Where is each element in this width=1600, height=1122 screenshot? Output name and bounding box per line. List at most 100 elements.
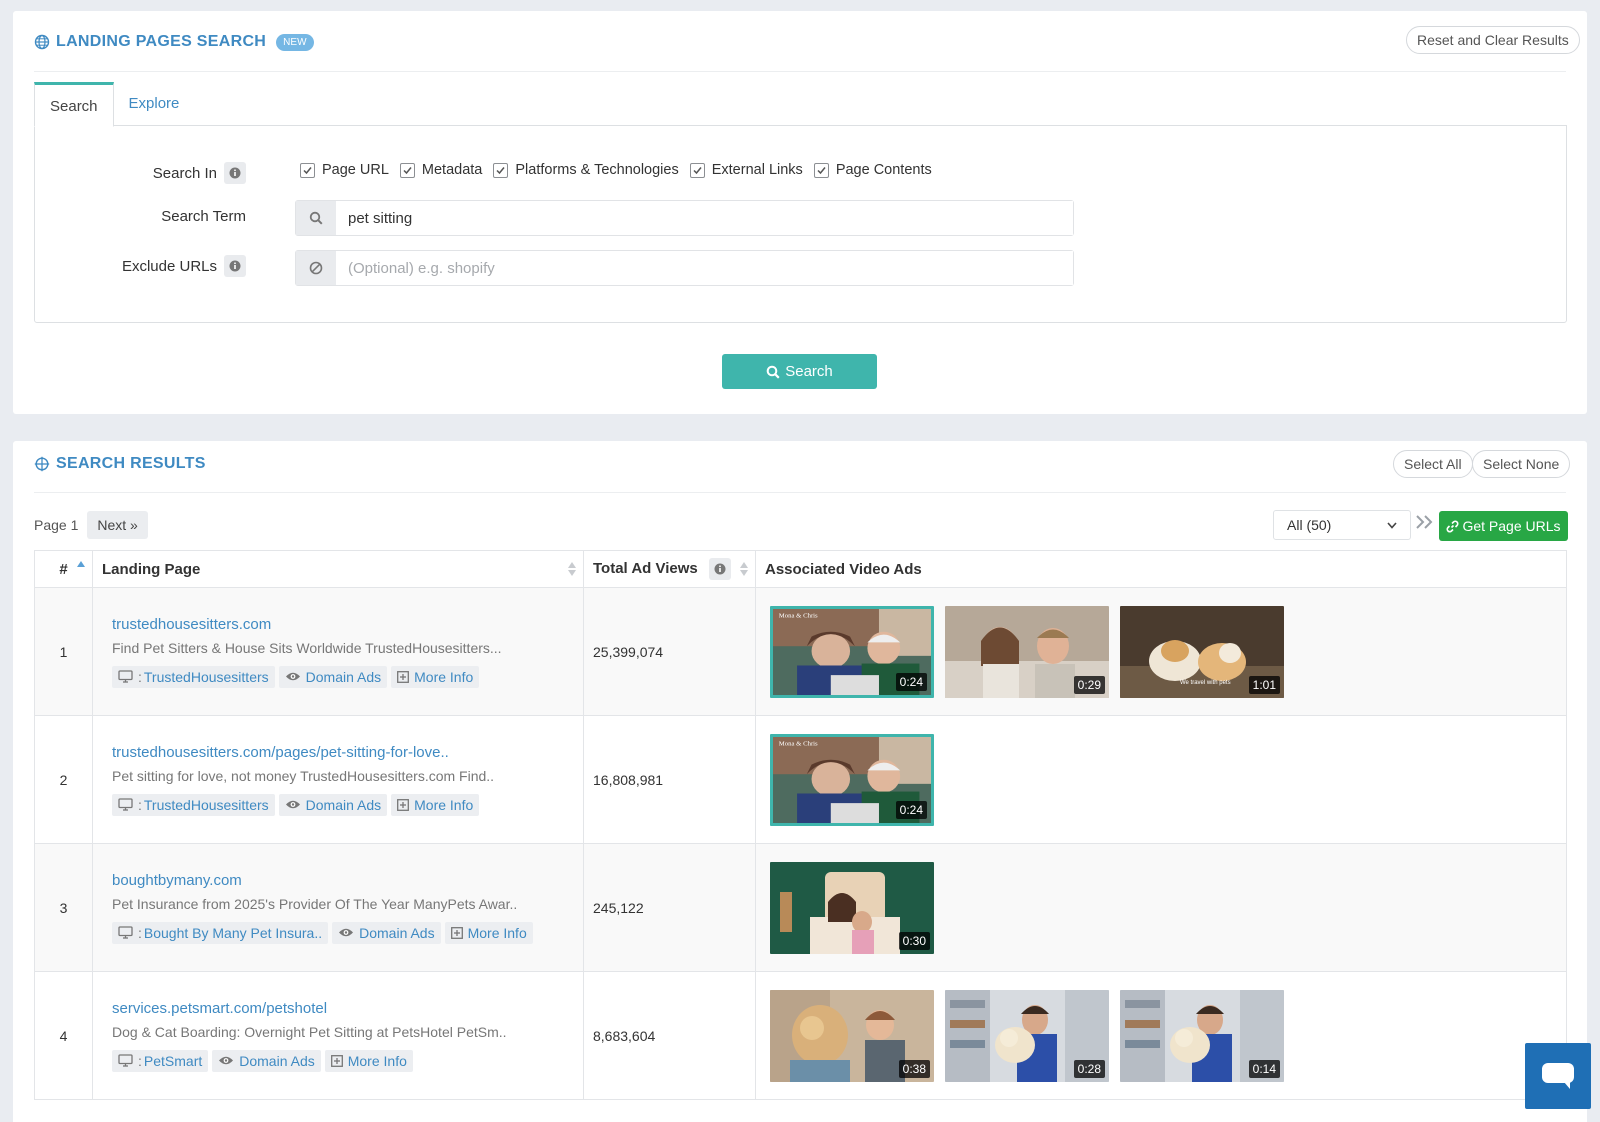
col-total-ad-views[interactable]: Total Ad Views (583, 550, 756, 588)
search-button[interactable]: Search (722, 354, 877, 389)
video-duration: 0:24 (895, 800, 927, 819)
next-page-button[interactable]: Next » (87, 511, 148, 539)
check-icon[interactable] (399, 162, 415, 178)
video-ad-thumbnail[interactable]: 0:38 (770, 989, 934, 1082)
video-ad-thumbnail[interactable]: 0:30 (770, 861, 934, 954)
results-filter-select[interactable]: All (50) (1273, 510, 1411, 540)
search-icon (766, 365, 780, 379)
page-indicator: Page 1 (34, 517, 79, 533)
video-ads-list: Mona & Chris 0:24 (770, 733, 1557, 826)
video-ad-thumbnail[interactable]: We travel with pets 1:01 (1120, 605, 1284, 698)
crosshair-icon (34, 456, 50, 472)
more-info-label: More Info (467, 924, 527, 941)
domain-ads-button[interactable]: Domain Ads (278, 665, 388, 688)
video-duration: 1:01 (1248, 675, 1280, 694)
checkbox-external-links[interactable]: External Links (689, 162, 803, 178)
checkbox-label: Platforms & Technologies (515, 162, 679, 178)
double-chevron-right-icon (1416, 515, 1433, 529)
get-page-urls-button[interactable]: Get Page URLs (1439, 511, 1568, 541)
info-icon[interactable] (224, 255, 246, 277)
search-form: Search In Search Term Exclude URLs Page … (34, 125, 1567, 323)
col-num[interactable]: # (34, 550, 93, 588)
exclude-urls-label: Exclude URLs (122, 255, 246, 277)
more-info-button[interactable]: More Info (391, 793, 480, 816)
video-duration: 0:38 (898, 1059, 930, 1078)
landing-page-description: Pet sitting for love, not money TrustedH… (112, 767, 495, 784)
exclude-urls-field (295, 250, 1074, 286)
tab-bar: Search Explore (34, 82, 194, 127)
landing-page-description: Dog & Cat Boarding: Overnight Pet Sittin… (112, 1023, 507, 1040)
total-ad-views-cell: 25,399,074 (583, 587, 756, 716)
search-term-input[interactable] (336, 201, 1073, 235)
landing-page-cell: trustedhousesitters.com Find Pet Sitters … (92, 587, 584, 716)
domain-ads-button[interactable]: Domain Ads (278, 793, 388, 816)
col-views-label: Total Ad Views (593, 559, 698, 577)
row-actions: : Bought By Many Pet Insura.. Domain Ads Mo… (112, 921, 574, 944)
panel-title: LANDING PAGES SEARCH (56, 33, 267, 50)
advertiser-tag[interactable]: : TrustedHousesitters (112, 665, 275, 688)
monitor-icon (118, 926, 133, 939)
video-ad-thumbnail[interactable]: Mona & Chris 0:24 (770, 605, 934, 698)
checkbox-platforms[interactable]: Platforms & Technologies (493, 162, 679, 178)
checkbox-label: Page URL (322, 162, 389, 178)
video-duration: 0:14 (1248, 1059, 1280, 1078)
table-row: 2 trustedhousesitters.com/pages/pet-sitti… (34, 715, 1567, 844)
select-all-button[interactable]: Select All (1393, 450, 1473, 478)
info-icon[interactable] (708, 558, 731, 580)
landing-page-link[interactable]: trustedhousesitters.com/pages/pet-sittin… (112, 744, 574, 761)
video-ad-thumbnail[interactable]: 0:14 (1120, 989, 1284, 1082)
check-icon[interactable] (300, 162, 315, 178)
eye-icon (285, 672, 300, 681)
col-landing-page[interactable]: Landing Page (92, 550, 584, 588)
more-info-button[interactable]: More Info (444, 921, 533, 944)
select-value: All (50) (1287, 517, 1332, 533)
checkbox-metadata[interactable]: Metadata (399, 162, 483, 178)
landing-page-link[interactable]: services.petsmart.com/petshotel (112, 1000, 574, 1017)
check-icon[interactable] (813, 162, 829, 178)
tab-explore[interactable]: Explore (114, 82, 195, 127)
info-icon[interactable] (224, 162, 246, 184)
total-ad-views-cell: 8,683,604 (583, 971, 756, 1100)
advertiser-tag[interactable]: : Bought By Many Pet Insura.. (112, 921, 329, 944)
checkbox-page-url[interactable]: Page URL (300, 162, 389, 178)
table-row: 1 trustedhousesitters.com Find Pet Sitters… (34, 587, 1567, 716)
domain-ads-button[interactable]: Domain Ads (332, 921, 441, 944)
chat-widget-button[interactable] (1525, 1043, 1591, 1109)
row-actions: : PetSmart Domain Ads More Info (112, 1049, 574, 1072)
total-ad-views-cell: 16,808,981 (583, 715, 756, 844)
reset-clear-button[interactable]: Reset and Clear Results (1406, 26, 1580, 54)
landing-page-link[interactable]: boughtbymany.com (112, 872, 574, 889)
video-ad-thumbnail[interactable]: Mona & Chris 0:24 (770, 733, 934, 826)
checkbox-label: Page Contents (835, 162, 932, 178)
video-ad-thumbnail[interactable]: 0:29 (945, 605, 1109, 698)
landing-page-cell: services.petsmart.com/petshotel Dog & Cat… (92, 971, 584, 1100)
chat-icon (1542, 1063, 1574, 1089)
landing-page-description: Pet Insurance from 2025's Provider Of Th… (112, 895, 518, 912)
advertiser-tag[interactable]: : TrustedHousesitters (112, 793, 275, 816)
panel-header: LANDING PAGES SEARCH NEW (34, 33, 314, 51)
video-ads-list: 0:30 (770, 861, 1557, 954)
svg-text:We travel with pets: We travel with pets (1180, 680, 1231, 686)
landing-page-link[interactable]: trustedhousesitters.com (112, 616, 574, 633)
search-in-options: Page URL Metadata Platforms & Technologi… (300, 162, 943, 178)
check-icon[interactable] (689, 162, 705, 178)
chevron-down-icon (1387, 521, 1397, 529)
domain-ads-button[interactable]: Domain Ads (212, 1049, 321, 1072)
check-icon[interactable] (493, 162, 509, 178)
checkbox-page-contents[interactable]: Page Contents (813, 162, 932, 178)
more-info-button[interactable]: More Info (324, 1049, 413, 1072)
domain-ads-label: Domain Ads (239, 1052, 315, 1069)
landing-pages-search-panel: LANDING PAGES SEARCH NEW Reset and Clear… (13, 11, 1587, 414)
checkbox-label: Metadata (421, 162, 483, 178)
plus-square-icon (450, 926, 463, 939)
select-none-button[interactable]: Select None (1472, 450, 1571, 478)
advertiser-tag[interactable]: : PetSmart (112, 1049, 209, 1072)
exclude-urls-input[interactable] (336, 251, 1073, 285)
row-actions: : TrustedHousesitters Domain Ads More Info (112, 665, 574, 688)
link-icon (1447, 520, 1459, 532)
checkbox-label: External Links (711, 162, 803, 178)
more-info-label: More Info (414, 668, 474, 685)
video-ad-thumbnail[interactable]: 0:28 (945, 989, 1109, 1082)
more-info-button[interactable]: More Info (391, 665, 480, 688)
tab-search[interactable]: Search (34, 82, 114, 127)
